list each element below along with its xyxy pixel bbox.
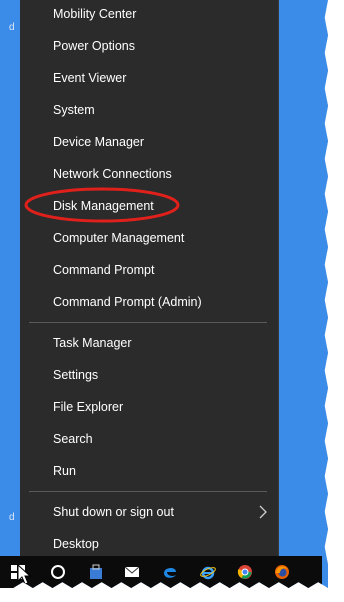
menu-item-run[interactable]: Run — [20, 457, 278, 485]
annotation-ellipse-highlight — [24, 187, 180, 223]
taskbar — [0, 556, 322, 588]
menu-item-power-options[interactable]: Power Options — [20, 32, 278, 60]
desktop-label-fragment: d — [9, 22, 15, 33]
menu-item-event-viewer[interactable]: Event Viewer — [20, 64, 278, 92]
menu-item-label: System — [53, 103, 95, 117]
winx-power-user-menu: Mobility Center Power Options Event View… — [20, 0, 279, 564]
menu-item-label: Command Prompt (Admin) — [53, 295, 202, 309]
menu-item-system[interactable]: System — [20, 96, 278, 124]
desktop-label-fragment: d — [9, 512, 15, 523]
menu-item-label: Task Manager — [53, 336, 132, 350]
menu-item-label: Desktop — [53, 537, 99, 551]
menu-item-computer-management[interactable]: Computer Management — [20, 224, 278, 252]
menu-item-label: Event Viewer — [53, 71, 127, 85]
menu-item-mobility-center[interactable]: Mobility Center — [20, 0, 278, 28]
menu-item-label: Command Prompt — [53, 263, 155, 277]
cortana-icon[interactable] — [50, 564, 66, 580]
menu-item-label: Device Manager — [53, 135, 145, 149]
menu-separator — [29, 322, 267, 323]
screenshot-frame: d d Mobility Center Power Options Event … — [0, 0, 328, 588]
desktop-background: d d — [0, 0, 20, 556]
menu-item-settings[interactable]: Settings — [20, 361, 278, 389]
menu-item-command-prompt[interactable]: Command Prompt — [20, 256, 278, 284]
menu-item-label: Network Connections — [53, 167, 172, 181]
chrome-icon[interactable] — [237, 564, 253, 580]
mail-icon[interactable] — [124, 564, 140, 580]
menu-item-shut-down-or-sign-out[interactable]: Shut down or sign out — [20, 498, 278, 526]
mouse-cursor-icon — [17, 564, 32, 585]
menu-item-label: Run — [53, 464, 76, 478]
menu-item-network-connections[interactable]: Network Connections — [20, 160, 278, 188]
menu-item-label: Settings — [53, 368, 99, 382]
menu-item-command-prompt-admin[interactable]: Command Prompt (Admin) — [20, 288, 278, 316]
menu-item-label: Computer Management — [53, 231, 185, 245]
edge-icon[interactable] — [162, 564, 178, 580]
internet-explorer-icon[interactable] — [200, 564, 216, 580]
menu-item-device-manager[interactable]: Device Manager — [20, 128, 278, 156]
menu-separator — [29, 491, 267, 492]
menu-item-label: File Explorer — [53, 400, 124, 414]
menu-item-label: Power Options — [53, 39, 135, 53]
menu-item-label: Search — [53, 432, 93, 446]
menu-item-search[interactable]: Search — [20, 425, 278, 453]
menu-item-desktop[interactable]: Desktop — [20, 530, 278, 558]
chevron-right-icon — [259, 505, 267, 519]
menu-item-task-manager[interactable]: Task Manager — [20, 329, 278, 357]
firefox-icon[interactable] — [274, 564, 290, 580]
menu-item-file-explorer[interactable]: File Explorer — [20, 393, 278, 421]
store-icon[interactable] — [88, 564, 104, 580]
menu-item-label: Shut down or sign out — [53, 505, 174, 519]
menu-item-label: Mobility Center — [53, 7, 137, 21]
